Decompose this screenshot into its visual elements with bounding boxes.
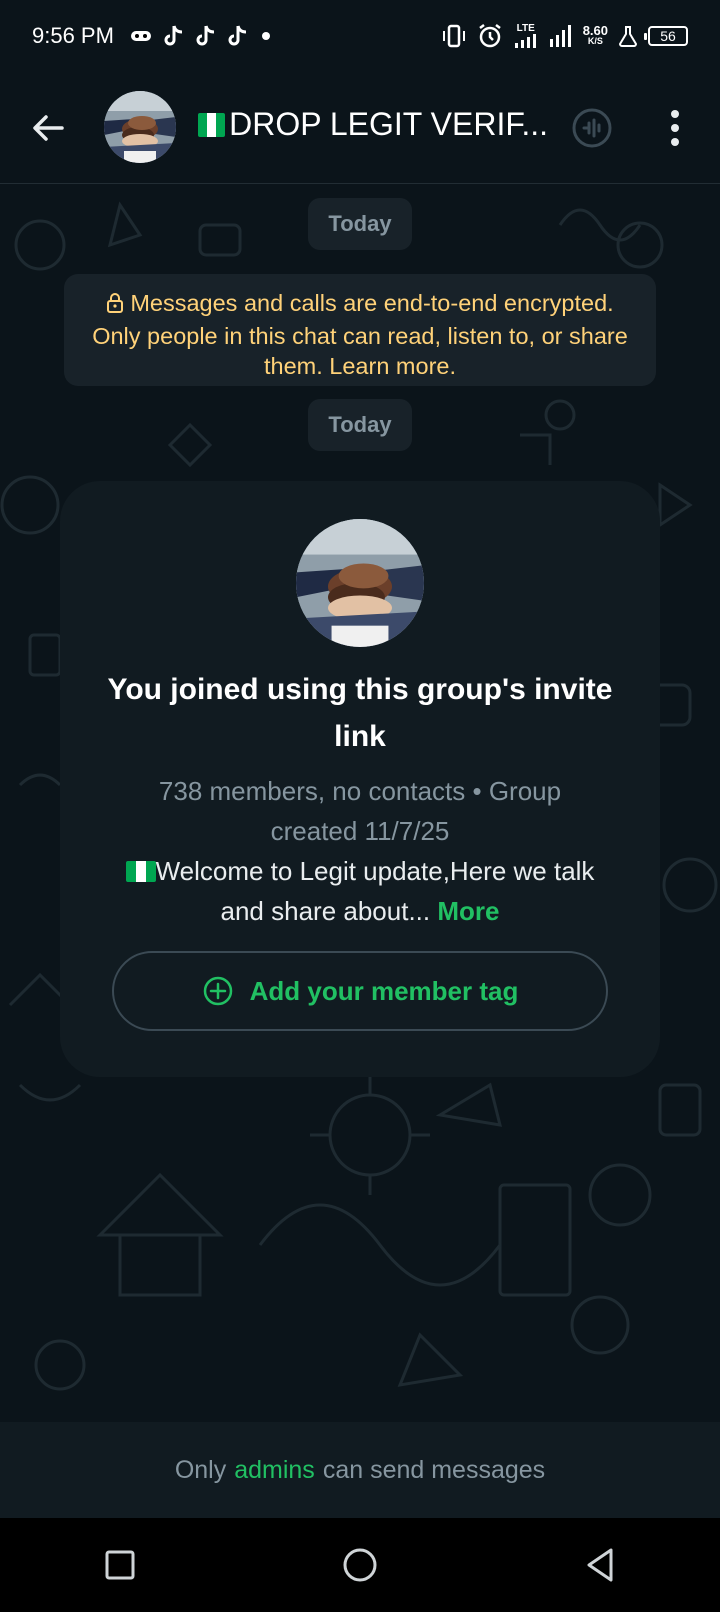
call-button[interactable] xyxy=(570,106,614,150)
home-button[interactable] xyxy=(320,1525,400,1605)
status-bar: 9:56 PM LTE 8.60 K/S 56 xyxy=(0,0,720,72)
clock: 9:56 PM xyxy=(32,23,114,48)
group-name-text: DROP LEGIT VERIF... xyxy=(229,106,548,142)
call-icon xyxy=(572,108,612,148)
group-avatar[interactable] xyxy=(104,91,176,163)
members-info: 738 members, no contacts • Group created… xyxy=(158,776,562,846)
lock-icon xyxy=(106,291,124,321)
more-options-button[interactable] xyxy=(660,106,690,150)
notification-dot-icon xyxy=(258,28,274,44)
add-member-tag-button[interactable]: Add your member tag xyxy=(112,951,608,1031)
lte-signal-icon: LTE xyxy=(513,24,539,48)
flask-icon xyxy=(618,25,638,47)
more-link[interactable]: More xyxy=(437,896,499,926)
nigeria-flag-icon xyxy=(198,112,226,137)
signal-icon xyxy=(549,25,573,47)
square-icon xyxy=(105,1550,135,1580)
chat-area[interactable]: Today Messages and calls are end-to-end … xyxy=(0,185,720,1422)
tiktok-icon xyxy=(194,24,216,48)
group-description: Welcome to Legit update,Here we talk and… xyxy=(110,851,610,931)
circle-icon xyxy=(343,1548,377,1582)
footer-suffix: can send messages xyxy=(322,1455,546,1484)
more-vert-icon xyxy=(671,110,679,146)
triangle-back-icon xyxy=(587,1548,613,1582)
back-button[interactable] xyxy=(28,108,68,148)
vibrate-icon xyxy=(441,24,467,48)
stacked-hands-image xyxy=(296,519,424,647)
admins-link[interactable]: admins xyxy=(226,1456,323,1485)
gamepad-icon xyxy=(130,28,152,44)
chat-header: DROP LEGIT VERIF... xyxy=(0,72,720,184)
alarm-icon xyxy=(477,23,503,49)
add-circle-icon xyxy=(203,976,232,1006)
joined-title: You joined using this group's invite lin… xyxy=(107,673,613,753)
group-avatar-large[interactable] xyxy=(296,519,424,647)
recents-button[interactable] xyxy=(80,1525,160,1605)
date-chip: Today xyxy=(308,399,412,451)
back-arrow-icon xyxy=(33,115,64,141)
stacked-hands-image xyxy=(104,91,176,163)
tiktok-icon xyxy=(162,24,184,48)
tiktok-icon xyxy=(226,24,248,48)
admins-only-footer: Only admins can send messages xyxy=(0,1422,720,1518)
group-name[interactable]: DROP LEGIT VERIF... xyxy=(198,106,548,143)
net-speed-indicator: 8.60 K/S xyxy=(582,23,608,46)
nigeria-flag-icon xyxy=(125,861,156,882)
back-nav-button[interactable] xyxy=(560,1525,640,1605)
date-chip: Today xyxy=(308,198,412,250)
encryption-notice-text: Messages and calls are end-to-end encryp… xyxy=(92,290,628,379)
description-text: Welcome to Legit update,Here we talk and… xyxy=(155,856,595,926)
system-nav-bar xyxy=(0,1518,720,1612)
add-member-tag-label: Add your member tag xyxy=(249,975,519,1006)
footer-prefix: Only xyxy=(174,1455,227,1484)
encryption-notice[interactable]: Messages and calls are end-to-end encryp… xyxy=(64,274,656,386)
battery-indicator: 56 xyxy=(644,26,688,46)
group-invite-card: You joined using this group's invite lin… xyxy=(60,481,660,1077)
